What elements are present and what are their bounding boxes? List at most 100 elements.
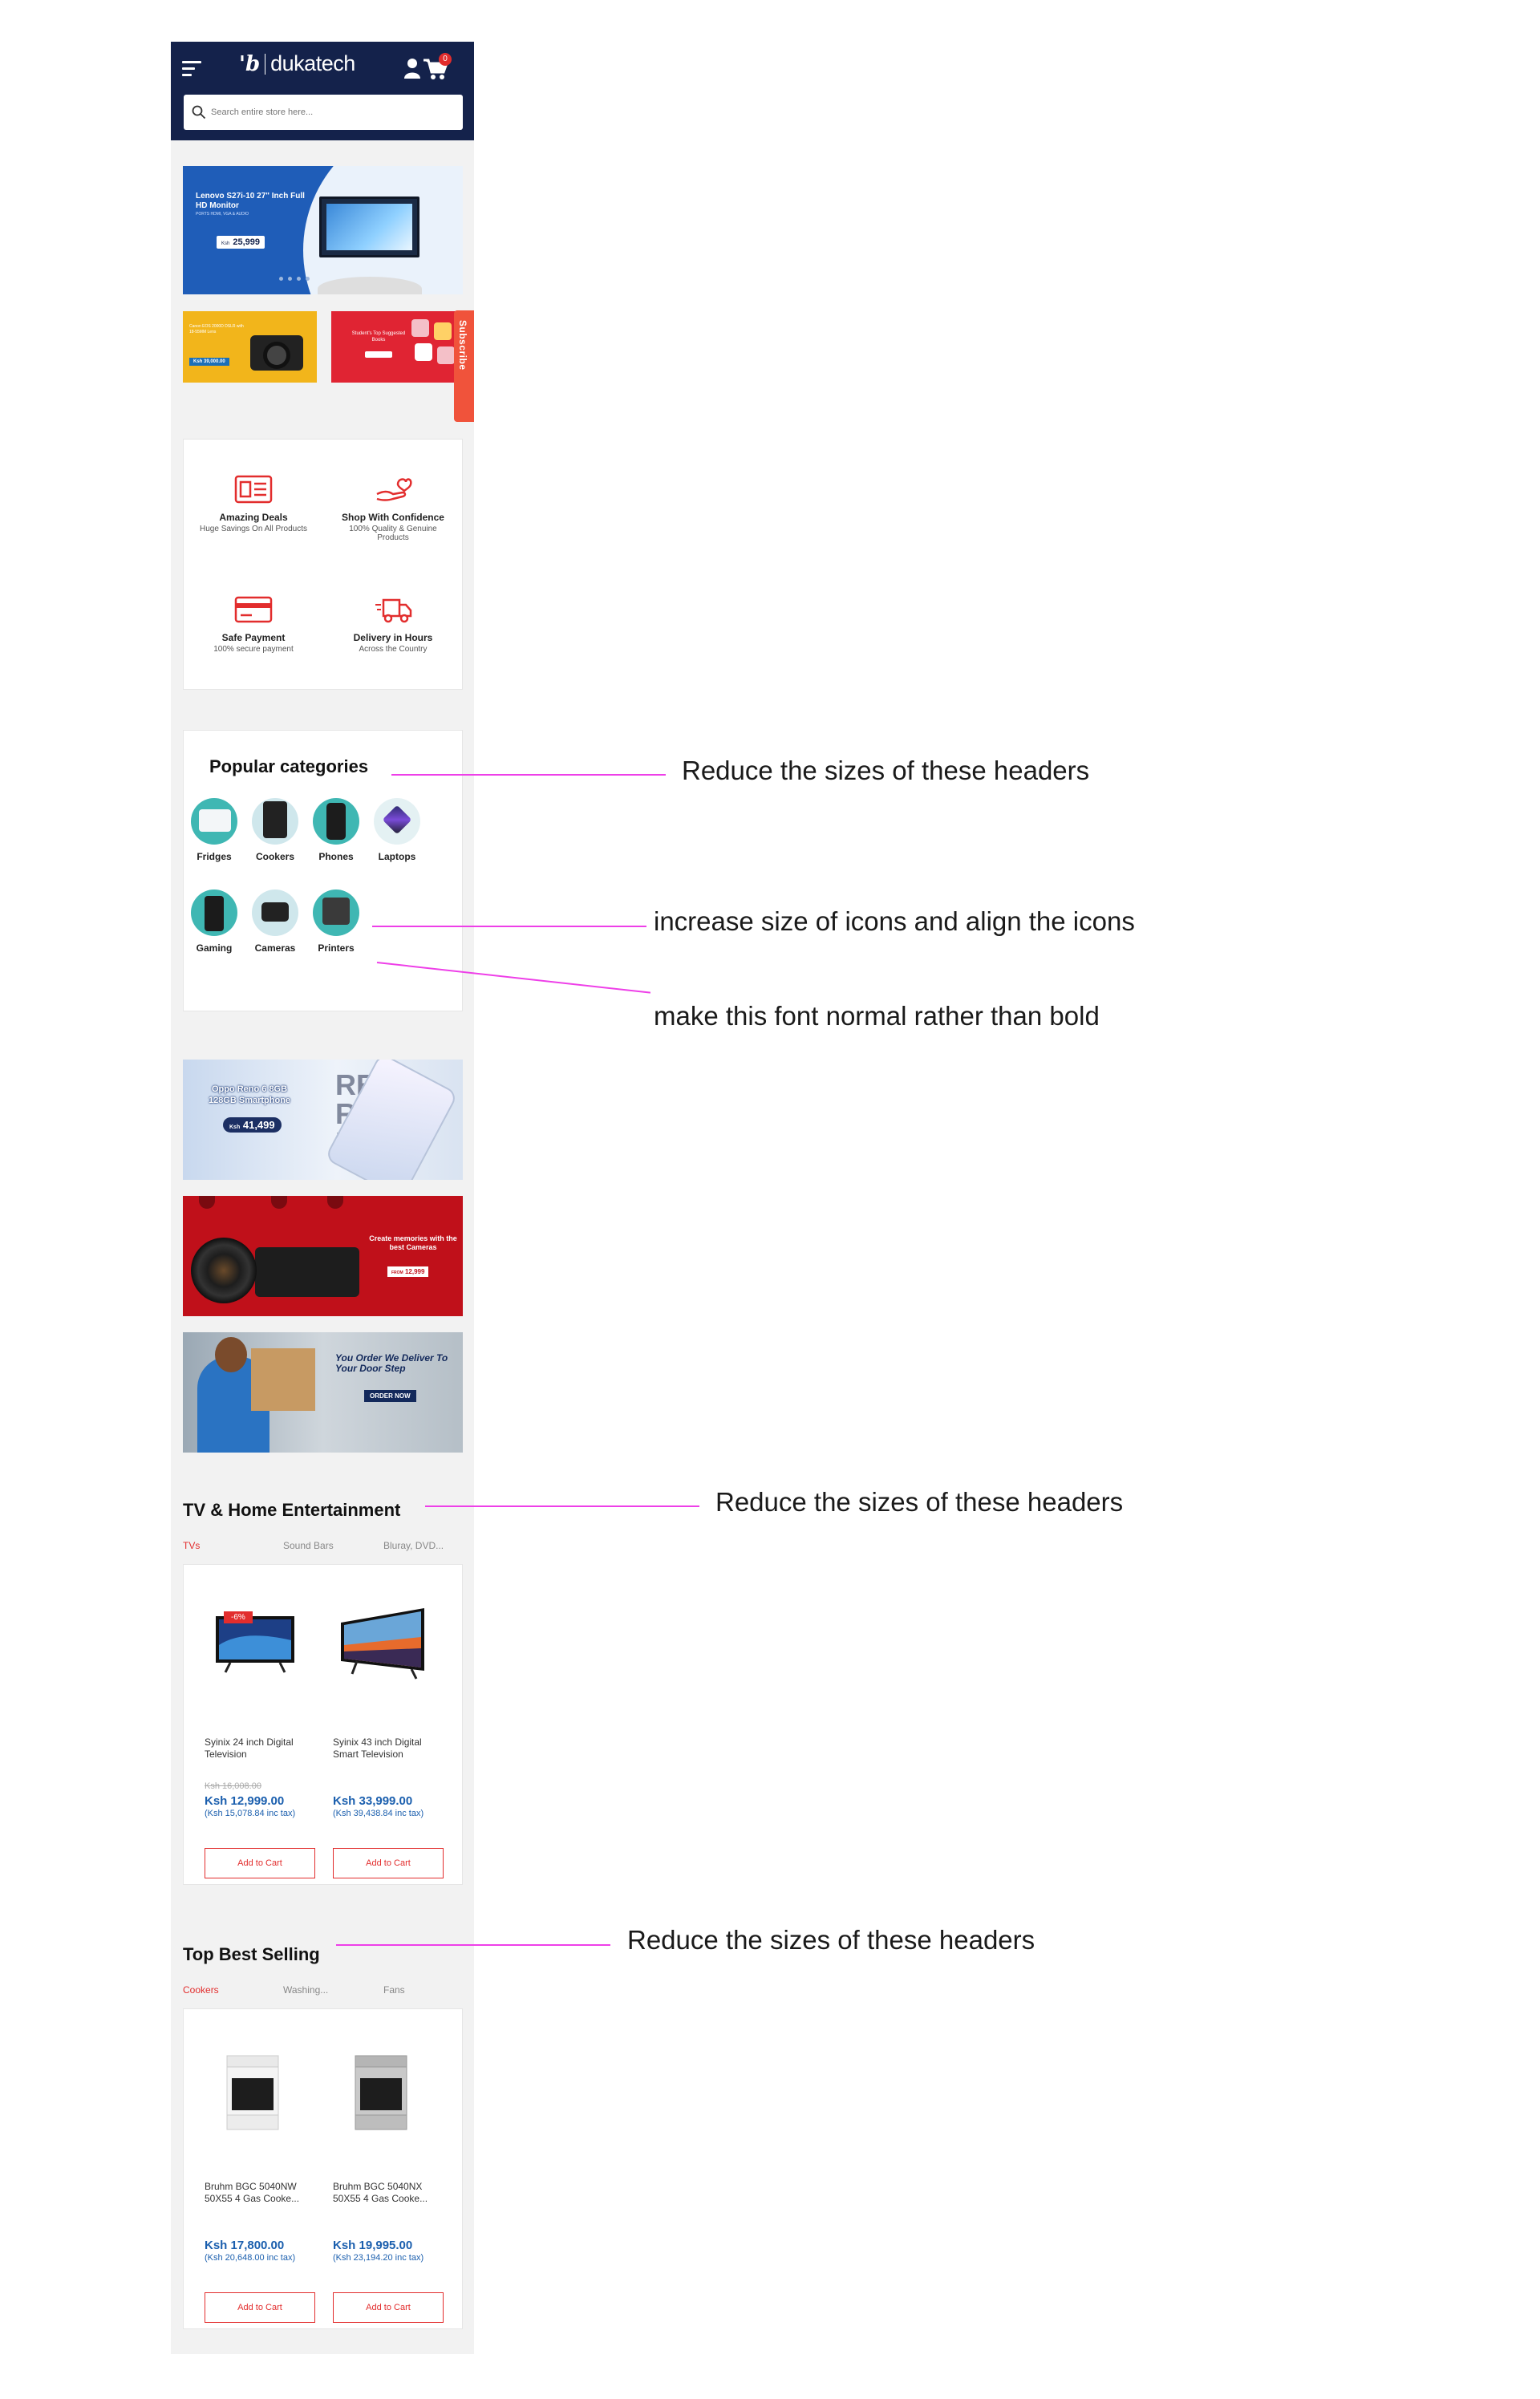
cookers-icon[interactable] bbox=[252, 798, 298, 845]
tab-fans[interactable]: Fans bbox=[383, 1984, 405, 1996]
feature-description: 100% secure payment bbox=[213, 645, 294, 654]
product-price-inc-tax: (Ksh 20,648.00 inc tax) bbox=[205, 2253, 296, 2263]
add-to-cart-button[interactable]: Add to Cart bbox=[333, 1848, 444, 1878]
hamburger-menu-icon[interactable] bbox=[182, 61, 201, 80]
category-label: Phones bbox=[318, 851, 354, 862]
product-image[interactable] bbox=[323, 1581, 442, 1709]
search-input[interactable] bbox=[211, 104, 452, 120]
annotation-category-font: make this font normal rather than bold bbox=[654, 1001, 1100, 1031]
product-name[interactable]: Bruhm BGC 5040NW 50X55 4 Gas Cooke... bbox=[205, 2181, 317, 2205]
cart-count-badge: 0 bbox=[439, 53, 452, 66]
site-logo[interactable]: 'b dukatech bbox=[239, 51, 355, 76]
feature-shop-with-confidence: Shop With Confidence 100% Quality & Genu… bbox=[323, 473, 463, 542]
book-covers-image bbox=[411, 319, 460, 375]
promo-books-tile[interactable]: Student's Top Suggested Books bbox=[331, 311, 465, 383]
add-to-cart-button[interactable]: Add to Cart bbox=[205, 1848, 315, 1878]
product-name[interactable]: Syinix 43 inch Digital Smart Television bbox=[333, 1736, 445, 1761]
oppo-banner-price: Ksh 41,499 bbox=[223, 1117, 282, 1133]
display-pedestal-image bbox=[318, 277, 422, 294]
parcel-box-image bbox=[251, 1348, 315, 1411]
promo-books-button[interactable] bbox=[365, 351, 392, 358]
popular-categories-card: Popular categories Fridges Cookers Phone… bbox=[183, 730, 463, 1011]
carousel-dot[interactable] bbox=[306, 277, 310, 281]
category-label: Laptops bbox=[378, 851, 416, 862]
camera-lens-image bbox=[263, 342, 290, 369]
promo-camera-tile[interactable]: Canon EOS 2000D DSLR with 18-55MM Lens K… bbox=[183, 311, 317, 383]
promo-camera-text: Canon EOS 2000D DSLR with 18-55MM Lens bbox=[189, 324, 244, 334]
monitor-image bbox=[319, 197, 419, 257]
printers-icon[interactable] bbox=[313, 889, 359, 936]
order-now-button[interactable]: ORDER NOW bbox=[364, 1390, 416, 1402]
feature-description: 100% Quality & Genuine Products bbox=[349, 525, 437, 542]
subscribe-side-tab[interactable]: Subscribe bbox=[454, 310, 474, 422]
add-to-cart-button[interactable]: Add to Cart bbox=[205, 2292, 315, 2323]
category-cookers[interactable]: Cookers bbox=[245, 798, 306, 862]
product-name[interactable]: Bruhm BGC 5040NX 50X55 4 Gas Cooke... bbox=[333, 2181, 445, 2205]
logo-text: dukatech bbox=[270, 51, 355, 75]
tv-section-title: TV & Home Entertainment bbox=[183, 1500, 401, 1520]
product-price-inc-tax: (Ksh 23,194.20 inc tax) bbox=[333, 2253, 424, 2263]
annotation-category-icons: increase size of icons and align the ico… bbox=[654, 906, 1135, 936]
phones-icon[interactable] bbox=[313, 798, 359, 845]
feature-safe-payment: Safe Payment 100% secure payment bbox=[184, 594, 323, 654]
mobile-page-mockup: 'b dukatech 0 Lenovo S27i-10 27" Inch Fu… bbox=[171, 42, 474, 2354]
tab-tvs[interactable]: TVs bbox=[183, 1540, 200, 1551]
product-image[interactable] bbox=[195, 2025, 314, 2154]
category-label: Cookers bbox=[255, 851, 295, 862]
feature-delivery-in-hours: Delivery in Hours Across the Country bbox=[323, 594, 463, 654]
site-header: 'b dukatech 0 bbox=[171, 42, 474, 140]
tab-cookers[interactable]: Cookers bbox=[183, 1984, 219, 1996]
oppo-price: 41,499 bbox=[242, 1119, 275, 1131]
category-label: Gaming bbox=[196, 942, 233, 954]
hero-title: Lenovo S27i-10 27" Inch Full HD Monitor bbox=[196, 192, 305, 210]
product-price-inc-tax: (Ksh 39,438.84 inc tax) bbox=[333, 1809, 424, 1818]
annotation-line-category-icons bbox=[372, 926, 646, 927]
add-to-cart-button[interactable]: Add to Cart bbox=[333, 2292, 444, 2323]
laptops-icon[interactable] bbox=[374, 798, 420, 845]
tab-washing[interactable]: Washing... bbox=[283, 1984, 328, 1996]
fridges-icon[interactable] bbox=[191, 798, 237, 845]
subscribe-label: Subscribe bbox=[457, 320, 468, 371]
category-laptops[interactable]: Laptops bbox=[367, 798, 428, 862]
product-price: Ksh 17,800.00 bbox=[205, 2239, 285, 2252]
oppo-banner[interactable]: RE RE RE Oppo Reno 6 8GB 128GB Smartphon… bbox=[183, 1060, 463, 1180]
delivery-banner-text: You Order We Deliver To Your Door Step bbox=[335, 1352, 448, 1374]
product-image[interactable] bbox=[323, 2025, 442, 2154]
feature-title: Amazing Deals bbox=[219, 512, 288, 523]
carousel-dot[interactable] bbox=[288, 277, 292, 281]
gaming-icon[interactable] bbox=[191, 889, 237, 936]
tab-bluray-dvd[interactable]: Bluray, DVD... bbox=[383, 1540, 444, 1551]
discount-badge: -6% bbox=[224, 1611, 253, 1623]
category-printers[interactable]: Printers bbox=[306, 889, 367, 954]
carousel-dot[interactable] bbox=[297, 277, 301, 281]
cameras-price-prefix: FROM bbox=[391, 1270, 403, 1275]
cameras-banner[interactable]: Create memories with the best Cameras FR… bbox=[183, 1196, 463, 1316]
promo-books-text: Student's Top Suggested Books bbox=[351, 331, 406, 342]
category-label: Printers bbox=[318, 942, 355, 954]
cameras-banner-price: FROM 12,999 bbox=[387, 1266, 429, 1277]
category-cameras[interactable]: Cameras bbox=[245, 889, 306, 954]
feature-title: Delivery in Hours bbox=[353, 632, 433, 643]
product-name[interactable]: Syinix 24 inch Digital Television bbox=[205, 1736, 317, 1761]
feature-amazing-deals: Amazing Deals Huge Savings On All Produc… bbox=[184, 473, 323, 533]
category-phones[interactable]: Phones bbox=[306, 798, 367, 862]
cameras-icon[interactable] bbox=[252, 889, 298, 936]
search-bar[interactable] bbox=[184, 95, 463, 130]
hero-price-prefix: Ksh bbox=[221, 241, 230, 246]
feature-title: Safe Payment bbox=[221, 632, 286, 643]
tv-products-card: -6% Syinix 24 inch Digital Television Ks… bbox=[183, 1564, 463, 1885]
cameras-banner-text: Create memories with the best Cameras bbox=[369, 1234, 457, 1251]
category-gaming[interactable]: Gaming bbox=[184, 889, 245, 954]
hero-banner[interactable]: Lenovo S27i-10 27" Inch Full HD Monitor … bbox=[183, 166, 463, 294]
delivery-banner[interactable]: You Order We Deliver To Your Door Step O… bbox=[183, 1332, 463, 1453]
best-selling-products-card: Bruhm BGC 5040NW 50X55 4 Gas Cooke... Ks… bbox=[183, 2008, 463, 2329]
carousel-dots[interactable] bbox=[279, 277, 310, 281]
search-icon[interactable] bbox=[192, 105, 206, 120]
product-image[interactable] bbox=[195, 1581, 314, 1709]
oppo-price-prefix: Ksh bbox=[229, 1125, 241, 1130]
category-fridges[interactable]: Fridges bbox=[184, 798, 245, 862]
carousel-dot[interactable] bbox=[279, 277, 283, 281]
user-account-icon[interactable] bbox=[403, 58, 421, 79]
tab-sound-bars[interactable]: Sound Bars bbox=[283, 1540, 334, 1551]
hero-subtitle: PORTS HDMI, VGA & AUDIO bbox=[196, 212, 249, 217]
